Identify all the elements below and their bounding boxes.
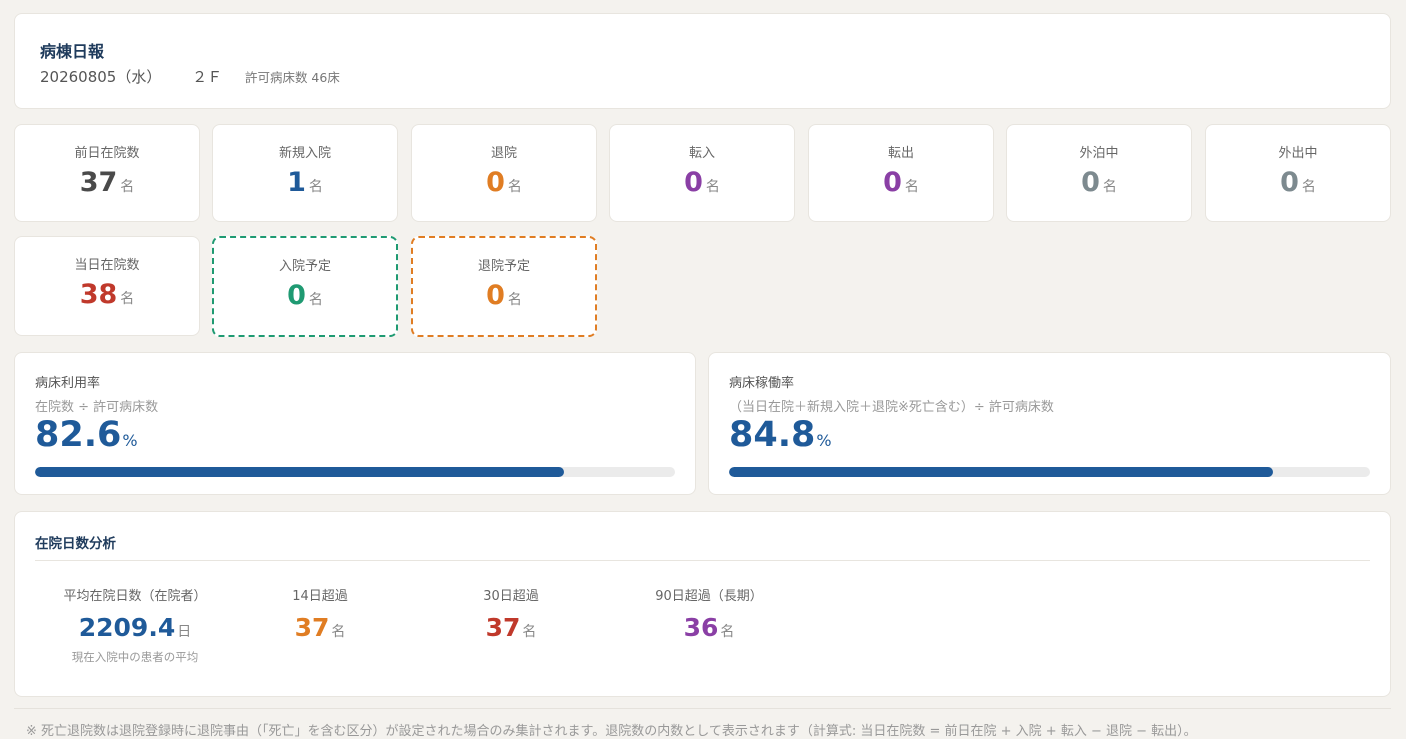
report-header: 病棟日報 20260805（水） ２Ｆ 許可病床数 46床	[14, 13, 1391, 109]
utilization-progress-bar	[35, 467, 675, 477]
stat-previous-day-census: 前日在院数 37 名	[14, 124, 200, 222]
stat-value: 37	[79, 167, 118, 198]
metric-label: 90日超過（長期）	[655, 589, 763, 604]
stat-value: 0	[486, 280, 505, 311]
report-date: 20260805（水）	[40, 68, 162, 86]
stat-value: 0	[883, 167, 902, 198]
bed-utilization-card: 病床利用率 在院数 ÷ 許可病床数 82.6%	[14, 352, 696, 495]
rate-value: 84.8	[729, 415, 816, 455]
stat-label: 外泊中	[1079, 146, 1119, 161]
report-subtitle: 20260805（水） ２Ｆ 許可病床数 46床	[40, 66, 340, 87]
stat-unit: 名	[904, 179, 919, 195]
stat-discharges: 退院 0名	[411, 124, 597, 222]
rate-value: 82.6	[35, 415, 122, 455]
stat-label: 退院	[490, 146, 517, 161]
bed-operation-card: 病床稼働率 （当日在院＋新規入院＋退院※死亡含む）÷ 許可病床数 84.8%	[708, 352, 1391, 495]
length-of-stay-analysis: 在院日数分析 平均在院日数（在院者） 2209.4 日 現在入院中の患者の平均 1…	[14, 511, 1391, 697]
stat-unit: 名	[1102, 179, 1117, 195]
stat-overnight-leave: 外泊中 0名	[1006, 124, 1192, 222]
metric-unit: 名	[720, 624, 735, 640]
stat-label: 当日在院数	[74, 258, 140, 273]
rate-unit: %	[816, 431, 832, 450]
metric-note: 現在入院中の患者の平均	[71, 650, 199, 664]
stat-unit: 名	[308, 292, 323, 308]
stat-unit: 名	[120, 291, 135, 307]
stat-label: 退院予定	[477, 259, 530, 274]
metric-average-stay: 平均在院日数（在院者） 2209.4 日 現在入院中の患者の平均	[50, 585, 220, 665]
ward-floor: ２Ｆ	[192, 68, 223, 86]
metric-value: 2209.4	[78, 613, 176, 642]
stat-unit: 名	[1301, 179, 1316, 195]
stat-value: 0	[287, 280, 306, 311]
stat-label: 入院予定	[278, 259, 331, 274]
rate-label: 病床利用率	[35, 376, 101, 391]
divider	[35, 560, 1370, 561]
metric-unit: 名	[331, 624, 346, 640]
metric-unit: 名	[522, 624, 537, 640]
stat-scheduled-discharges[interactable]: 退院予定 0名	[411, 236, 597, 337]
licensed-beds: 許可病床数 46床	[244, 70, 340, 85]
metric-over-14-days: 14日超過 37 名	[260, 585, 380, 642]
metric-label: 14日超過	[292, 589, 348, 604]
stat-transfers-out: 転出 0名	[808, 124, 994, 222]
stat-unit: 名	[507, 292, 522, 308]
stat-unit: 名	[308, 179, 323, 195]
stat-unit: 名	[507, 179, 522, 195]
metric-value: 37	[294, 613, 330, 642]
page-title: 病棟日報	[40, 42, 105, 61]
stat-value: 38	[79, 279, 118, 310]
rate-formula: （当日在院＋新規入院＋退院※死亡含む）÷ 許可病床数	[729, 400, 1054, 415]
stat-label: 転入	[688, 146, 715, 161]
stat-scheduled-admissions[interactable]: 入院予定 0名	[212, 236, 398, 337]
stat-current-census: 当日在院数 38 名	[14, 236, 200, 336]
metric-value: 36	[683, 613, 719, 642]
stat-label: 転出	[887, 146, 914, 161]
stat-unit: 名	[705, 179, 720, 195]
metric-value: 37	[485, 613, 521, 642]
stat-transfers-in: 転入 0名	[609, 124, 795, 222]
metric-over-90-days: 90日超過（長期） 36 名	[639, 585, 779, 642]
stat-label: 外出中	[1278, 146, 1318, 161]
stat-value: 0	[1280, 167, 1299, 198]
rate-unit: %	[122, 431, 138, 450]
section-title: 在院日数分析	[35, 536, 116, 552]
stat-value: 0	[486, 167, 505, 198]
stat-value: 0	[1081, 167, 1100, 198]
metric-label: 平均在院日数（在院者）	[63, 589, 207, 604]
metric-over-30-days: 30日超過 37 名	[451, 585, 571, 642]
metric-unit: 日	[177, 624, 192, 640]
stat-new-admissions: 新規入院 1名	[212, 124, 398, 222]
stat-day-out: 外出中 0名	[1205, 124, 1391, 222]
operation-progress-fill	[729, 467, 1273, 477]
stat-value: 1	[287, 167, 306, 198]
stat-label: 新規入院	[278, 146, 331, 161]
stat-value: 0	[684, 167, 703, 198]
stat-label: 前日在院数	[74, 146, 140, 161]
footnote: ※ 死亡退院数は退院登録時に退院事由（「死亡」を含む区分）が設定された場合のみ集…	[14, 708, 1391, 739]
rate-formula: 在院数 ÷ 許可病床数	[35, 400, 159, 415]
operation-progress-bar	[729, 467, 1370, 477]
metric-label: 30日超過	[483, 589, 539, 604]
utilization-progress-fill	[35, 467, 564, 477]
rate-label: 病床稼働率	[729, 376, 795, 391]
stat-unit: 名	[120, 179, 135, 195]
